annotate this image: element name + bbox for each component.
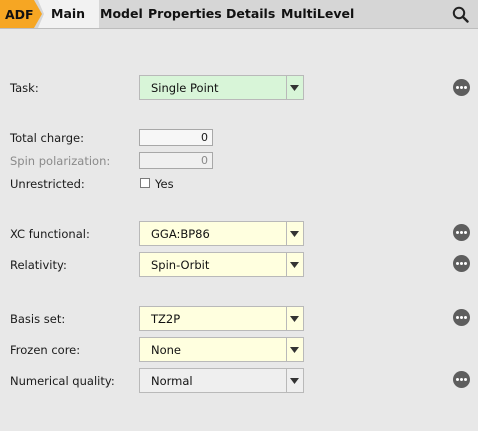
basis-set-value: TZ2P bbox=[151, 312, 181, 326]
xc-functional-value: GGA:BP86 bbox=[151, 227, 210, 241]
total-charge-input[interactable]: 0 bbox=[139, 129, 213, 146]
basis-set-label: Basis set: bbox=[10, 312, 66, 326]
tab-details[interactable]: Details bbox=[226, 0, 275, 28]
spin-polarization-input: 0 bbox=[139, 152, 213, 169]
task-dropdown-button[interactable] bbox=[286, 76, 303, 99]
numerical-quality-dropdown-button[interactable] bbox=[286, 369, 303, 392]
xc-functional-select[interactable]: GGA:BP86 bbox=[139, 221, 304, 246]
frozen-core-select[interactable]: None bbox=[139, 337, 304, 362]
tab-model[interactable]: Model bbox=[100, 0, 143, 28]
basis-set-more-options-icon[interactable] bbox=[453, 309, 470, 326]
chevron-down-icon bbox=[290, 262, 299, 268]
relativity-dropdown-button[interactable] bbox=[286, 253, 303, 276]
basis-set-dropdown-button[interactable] bbox=[286, 307, 303, 330]
unrestricted-checkbox-label[interactable]: Yes bbox=[155, 177, 174, 191]
xc-functional-more-options-icon[interactable] bbox=[453, 224, 470, 241]
task-more-options-icon[interactable] bbox=[453, 79, 470, 96]
tab-main[interactable]: Main bbox=[38, 0, 100, 28]
relativity-select[interactable]: Spin-Orbit bbox=[139, 252, 304, 277]
frozen-core-label: Frozen core: bbox=[10, 343, 81, 357]
frozen-core-dropdown-button[interactable] bbox=[286, 338, 303, 361]
chevron-down-icon bbox=[290, 378, 299, 384]
unrestricted-label: Unrestricted: bbox=[10, 177, 85, 191]
frozen-core-value: None bbox=[151, 343, 182, 357]
basis-set-select[interactable]: TZ2P bbox=[139, 306, 304, 331]
xc-functional-label: XC functional: bbox=[10, 227, 90, 241]
numerical-quality-value: Normal bbox=[151, 374, 193, 388]
numerical-quality-more-options-icon[interactable] bbox=[453, 371, 470, 388]
tab-multilevel[interactable]: MultiLevel bbox=[281, 0, 354, 28]
numerical-quality-label: Numerical quality: bbox=[10, 374, 115, 388]
chevron-down-icon bbox=[290, 316, 299, 322]
relativity-more-options-icon[interactable] bbox=[453, 255, 470, 272]
task-label: Task: bbox=[10, 81, 39, 95]
tab-properties[interactable]: Properties bbox=[148, 0, 222, 28]
relativity-value: Spin-Orbit bbox=[151, 258, 210, 272]
unrestricted-checkbox[interactable] bbox=[140, 178, 150, 188]
tab-bar: ADF Main Model Properties Details MultiL… bbox=[0, 0, 478, 29]
relativity-label: Relativity: bbox=[10, 258, 67, 272]
numerical-quality-select[interactable]: Normal bbox=[139, 368, 304, 393]
task-select[interactable]: Single Point bbox=[139, 75, 304, 100]
spin-polarization-label: Spin polarization: bbox=[10, 154, 111, 168]
adf-module-tab[interactable]: ADF bbox=[0, 0, 42, 28]
task-value: Single Point bbox=[151, 81, 219, 95]
xc-functional-dropdown-button[interactable] bbox=[286, 222, 303, 245]
search-icon[interactable] bbox=[452, 6, 469, 23]
chevron-down-icon bbox=[290, 85, 299, 91]
total-charge-label: Total charge: bbox=[10, 131, 84, 145]
adf-module-label: ADF bbox=[5, 7, 34, 22]
chevron-down-icon bbox=[290, 231, 299, 237]
chevron-down-icon bbox=[290, 347, 299, 353]
